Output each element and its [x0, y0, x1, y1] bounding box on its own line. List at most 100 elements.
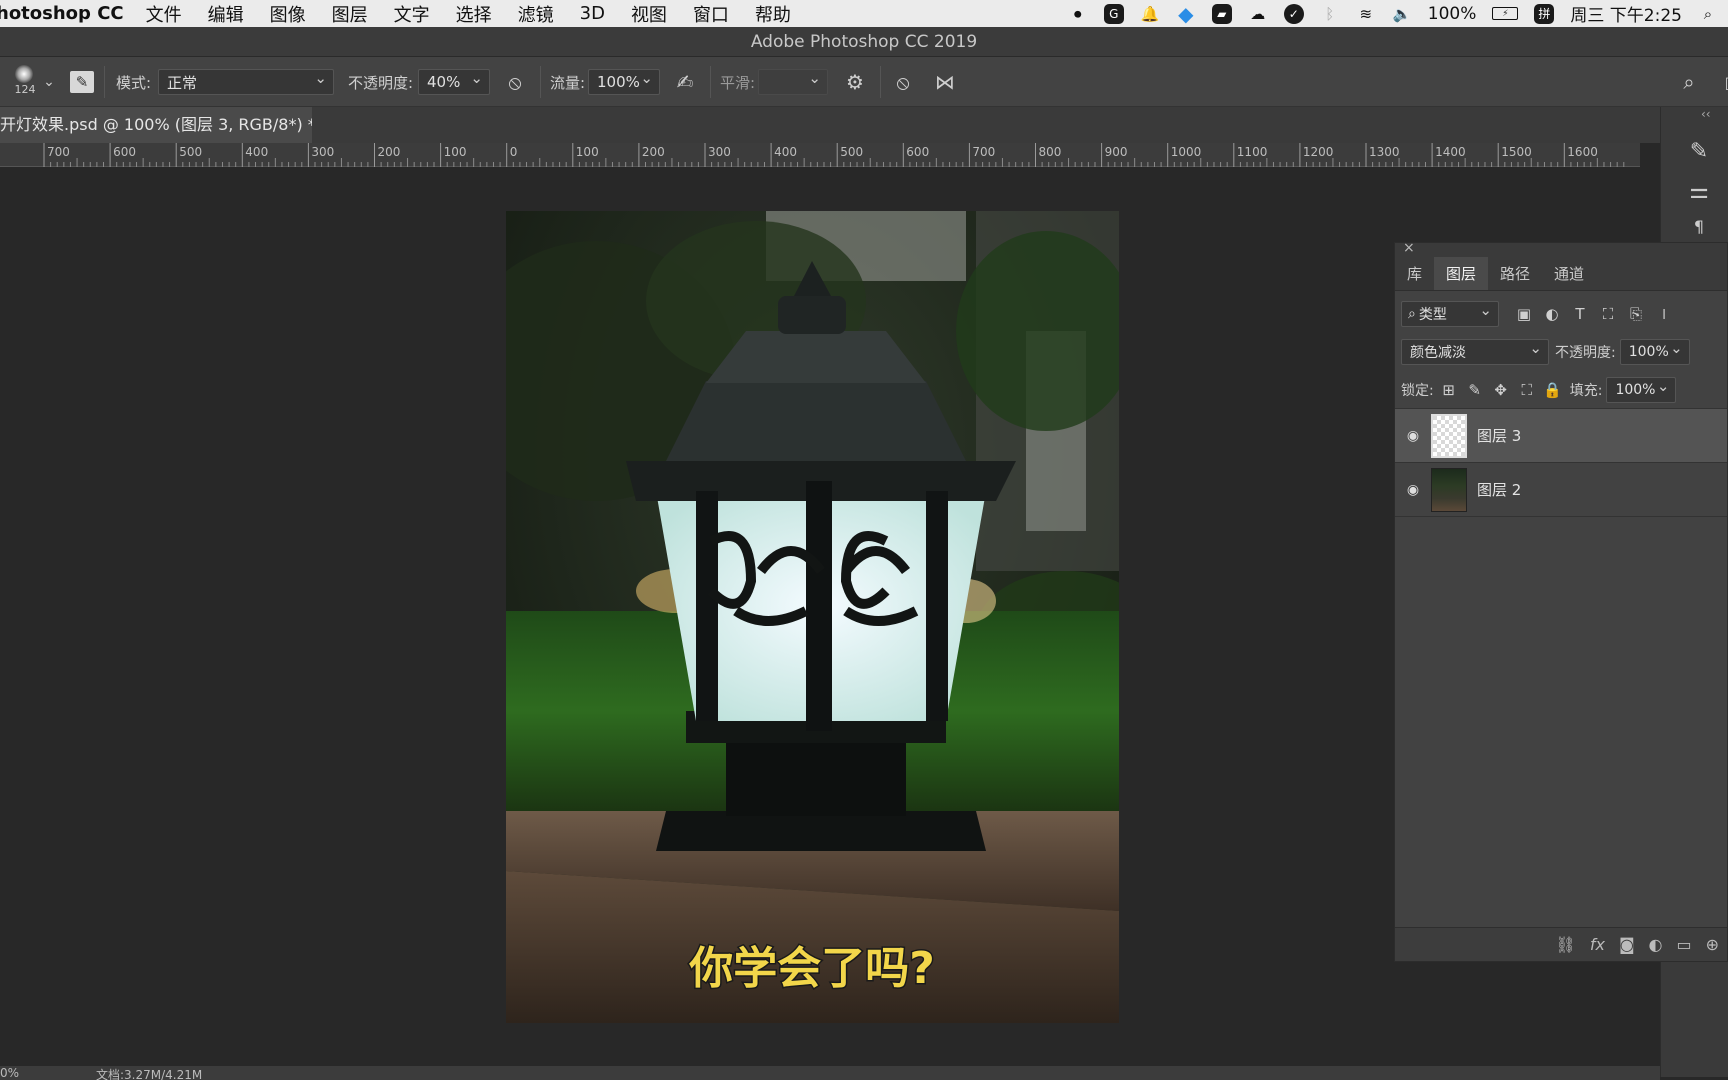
record-icon[interactable]: ⏺: [1068, 4, 1088, 24]
clock[interactable]: 周三 下午2:25: [1570, 1, 1682, 26]
new-adjustment-icon[interactable]: ◐: [1649, 935, 1663, 954]
filter-toggle-icon[interactable]: ⏽: [1653, 303, 1675, 325]
layer-style-icon[interactable]: fx: [1590, 935, 1605, 954]
pressure-size-icon[interactable]: ⦸: [890, 69, 916, 95]
message-icon[interactable]: ▰: [1211, 3, 1232, 24]
fill-label: 填充:: [1569, 382, 1603, 399]
brush-settings-toggle[interactable]: ✎: [70, 65, 94, 99]
menu-3d[interactable]: 3D: [580, 3, 605, 24]
document-tab[interactable]: 开灯效果.psd @ 100% (图层 3, RGB/8*) *: [0, 107, 312, 143]
filter-pixel-icon[interactable]: ▣: [1513, 303, 1535, 325]
brush-picker-chevron[interactable]: ⌄: [42, 65, 56, 99]
wifi-icon[interactable]: ≋: [1356, 4, 1376, 24]
menu-view[interactable]: 视图: [631, 1, 667, 27]
brush-settings-panel-icon[interactable]: ✎: [1683, 139, 1715, 171]
ruler-label: 0: [510, 145, 518, 159]
diamond-icon[interactable]: ◆: [1176, 2, 1196, 26]
zoom-level[interactable]: 0%: [0, 1066, 19, 1080]
adjustments-panel-icon[interactable]: ⚌: [1683, 179, 1715, 211]
menu-layer[interactable]: 图层: [332, 1, 368, 27]
lock-artboard-icon[interactable]: ⛶: [1516, 379, 1538, 401]
ruler-label: 100: [444, 145, 467, 159]
document-tab-bar: 开灯效果.psd @ 100% (图层 3, RGB/8*) *: [0, 107, 1660, 143]
ruler-label: 600: [113, 145, 136, 159]
search-icon[interactable]: ⌕: [1676, 69, 1702, 95]
workspace-icon[interactable]: ▯: [1716, 69, 1728, 95]
ruler-label: 700: [47, 145, 70, 159]
symmetry-butterfly-icon[interactable]: ⋈: [932, 69, 958, 95]
brush-preset-picker[interactable]: 124: [10, 63, 40, 103]
layer-name[interactable]: 图层 3: [1477, 425, 1521, 446]
new-group-icon[interactable]: ▭: [1676, 935, 1691, 954]
smooth-input[interactable]: [758, 69, 828, 95]
ruler-label: 700: [972, 145, 995, 159]
ruler-label: 1500: [1501, 145, 1532, 159]
battery-icon[interactable]: ⚡: [1492, 7, 1519, 20]
layer-name[interactable]: 图层 2: [1477, 479, 1521, 500]
blend-mode-dropdown[interactable]: 颜色减淡: [1401, 339, 1549, 365]
menu-select[interactable]: 选择: [456, 1, 492, 27]
menu-filter[interactable]: 滤镜: [518, 1, 554, 27]
collapse-panels-icon[interactable]: ‹‹: [1701, 107, 1711, 121]
ruler-label: 1600: [1567, 145, 1598, 159]
filter-type-icon[interactable]: T: [1569, 303, 1591, 325]
mode-label: 模式:: [116, 73, 152, 92]
lock-all-icon[interactable]: 🔒: [1542, 379, 1564, 401]
menu-type[interactable]: 文字: [394, 1, 430, 27]
input-method-icon[interactable]: 拼: [1534, 3, 1555, 24]
lock-image-icon[interactable]: ✎: [1464, 379, 1486, 401]
new-layer-icon[interactable]: ⊕: [1706, 935, 1719, 954]
layer-filter-dropdown[interactable]: ⌕ 类型: [1401, 301, 1499, 327]
bluetooth-icon[interactable]: ᛒ: [1320, 4, 1340, 24]
menubar: hotoshop CC 文件 编辑 图像 图层 文字 选择 滤镜 3D 视图 窗…: [0, 0, 1728, 27]
mode-dropdown[interactable]: 正常: [158, 69, 334, 95]
bell-icon[interactable]: 🔔: [1140, 4, 1160, 24]
app-g-icon[interactable]: G: [1103, 3, 1124, 24]
status-area: ⏺ G 🔔 ◆ ▰ ☁ ✓ ᛒ ≋ 🔈 100% ⚡ 拼 周三 下午2:25 ⌕: [1068, 0, 1728, 27]
gear-icon[interactable]: ⚙: [842, 69, 868, 95]
layer-row[interactable]: ◉ 图层 2: [1395, 463, 1727, 517]
layer-opacity-input[interactable]: 100%: [1619, 339, 1690, 365]
pressure-opacity-icon[interactable]: ⦸: [502, 69, 528, 95]
filter-adjustment-icon[interactable]: ◐: [1541, 303, 1563, 325]
layer-thumbnail[interactable]: [1431, 413, 1467, 458]
menu-help[interactable]: 帮助: [755, 1, 791, 27]
volume-icon[interactable]: 🔈: [1392, 4, 1412, 24]
menu-window[interactable]: 窗口: [693, 1, 729, 27]
eye-icon[interactable]: ◉: [1395, 428, 1431, 444]
menu-file[interactable]: 文件: [146, 1, 182, 27]
menu-edit[interactable]: 编辑: [208, 1, 244, 27]
creative-cloud-icon[interactable]: ☁: [1248, 4, 1268, 24]
tab-layers[interactable]: 图层: [1434, 257, 1489, 290]
spotlight-search-icon[interactable]: ⌕: [1698, 4, 1718, 24]
options-bar: 124 ⌄ ✎ 模式: 正常 不透明度: 40% ⦸ 流量: 100% ✍ 平滑…: [0, 57, 1728, 107]
app-menu[interactable]: hotoshop CC: [0, 3, 124, 24]
filter-smart-object-icon[interactable]: ⎘: [1625, 303, 1647, 325]
ruler-label: 900: [1105, 145, 1128, 159]
tab-channels[interactable]: 通道: [1542, 257, 1596, 290]
document-image[interactable]: 你学会了吗?: [506, 211, 1119, 1023]
fill-input[interactable]: 100%: [1606, 376, 1677, 403]
filter-shape-icon[interactable]: ⛶: [1597, 303, 1619, 325]
ruler-label: 500: [840, 145, 863, 159]
layer-thumbnail[interactable]: [1431, 467, 1467, 512]
menu-image[interactable]: 图像: [270, 1, 306, 27]
tab-libraries[interactable]: 库: [1395, 257, 1434, 290]
window-title: Adobe Photoshop CC 2019: [0, 27, 1728, 57]
flow-input[interactable]: 100%: [588, 69, 660, 95]
lock-transparent-icon[interactable]: ⊞: [1438, 379, 1460, 401]
tab-paths[interactable]: 路径: [1488, 257, 1542, 290]
ruler-label: 1000: [1171, 145, 1202, 159]
link-layers-icon[interactable]: ⛓: [1556, 935, 1576, 954]
add-mask-icon[interactable]: ◙: [1619, 935, 1635, 954]
eye-icon[interactable]: ◉: [1395, 482, 1431, 498]
airbrush-icon[interactable]: ✍: [672, 69, 698, 95]
shield-icon[interactable]: ✓: [1283, 3, 1304, 24]
opacity-input[interactable]: 40%: [418, 69, 490, 95]
lock-position-icon[interactable]: ✥: [1490, 379, 1512, 401]
horizontal-ruler[interactable]: 700 600 500 400 300 200 100 0 100 200 300 400 500 600…: [0, 143, 1640, 167]
document-size[interactable]: 文档:3.27M/4.21M: [96, 1066, 202, 1080]
close-icon[interactable]: ×: [1403, 240, 1415, 256]
layer-row[interactable]: ◉ 图层 3: [1395, 409, 1727, 463]
panel-drag-bar[interactable]: ×: [1395, 240, 1727, 257]
